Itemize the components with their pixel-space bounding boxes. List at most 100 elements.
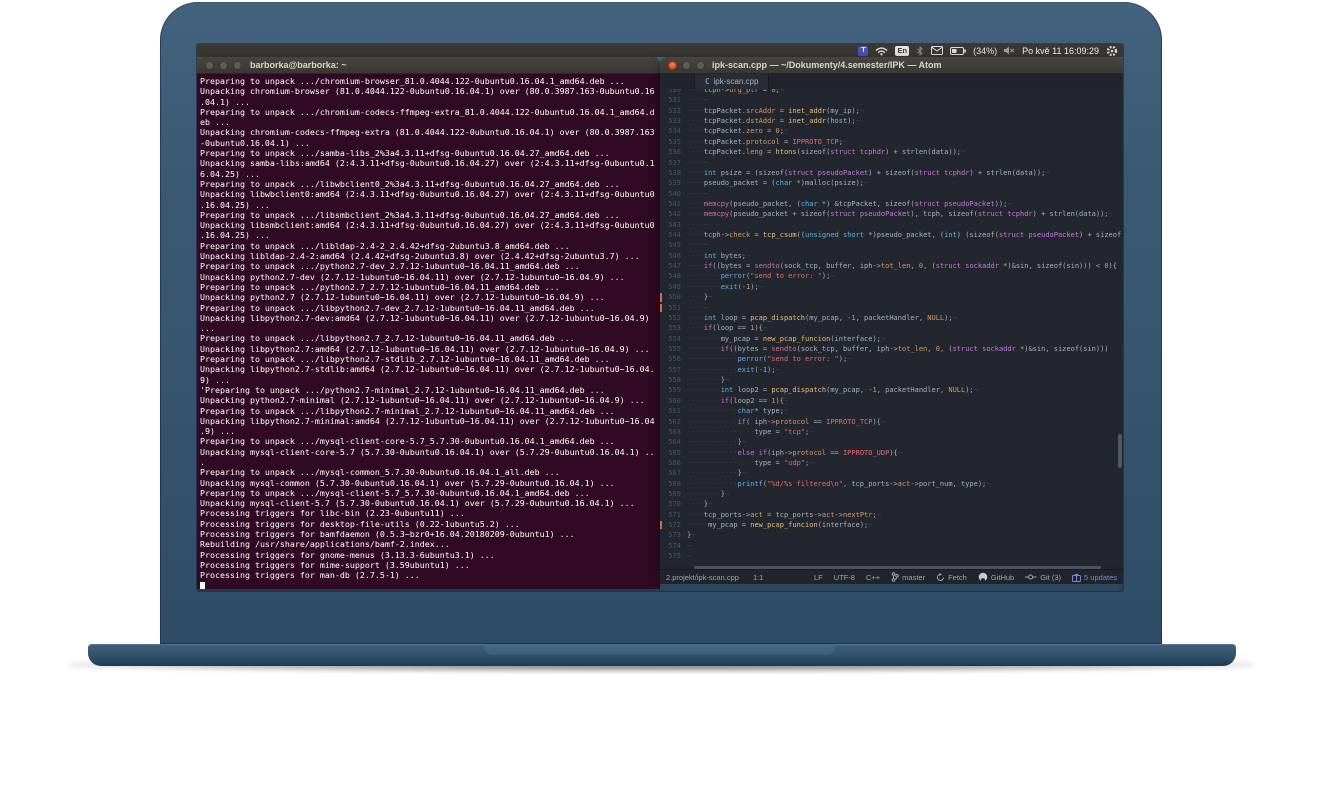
teams-tray-icon[interactable]: T [858,46,868,56]
code-line: 567············}¬ [660,468,1123,478]
volume-muted-icon[interactable] [1004,46,1015,55]
code-line: 569········}¬ [660,489,1123,499]
code-lines: 530····tcph->urg_ptr = 0;¬531····¬532···… [660,89,1123,562]
status-git-changes[interactable]: Git (3) [1025,573,1061,582]
code-line: 541····memcpy(pseudo_packet, (char *) &t… [660,199,1123,209]
atom-close-button[interactable] [668,61,677,70]
branch-name: master [902,573,925,582]
terminal-titlebar[interactable]: barborka@barborka: ~ [197,57,660,74]
code-line: 573}¬ [660,530,1123,540]
code-line: 564············}¬ [660,437,1123,447]
code-line: 556············perror("send to error: ")… [660,354,1123,364]
status-fetch[interactable]: Fetch [936,573,967,582]
code-line: 538····int psize = (sizeof(struct pseudo… [660,168,1123,178]
battery-icon[interactable] [950,47,966,55]
keyboard-layout-indicator[interactable]: En [895,46,909,56]
code-line: 533····tcpPacket.dstAddr = inet_addr(hos… [660,116,1123,126]
tab-ipk-scan[interactable]: C ipk-scan.cpp [694,74,769,89]
code-line: 575¬ [660,551,1123,561]
code-line: 552····int loop = pcap_dispatch(my_pcap,… [660,313,1123,323]
code-line: 554········my_pcap = new_pcap_funcion(in… [660,334,1123,344]
atom-title: ipk-scan.cpp — ~/Dokumenty/4.semester/IP… [712,60,941,70]
atom-maximize-button[interactable] [696,61,705,70]
code-line: 563················type = "tcp";¬ [660,427,1123,437]
atom-titlebar[interactable]: ipk-scan.cpp — ~/Dokumenty/4.semester/IP… [660,57,1123,74]
sync-icon [936,573,945,582]
atom-tab-bar: C ipk-scan.cpp [660,74,1123,89]
tab-label: ipk-scan.cpp [714,77,759,86]
fetch-label: Fetch [948,573,967,582]
atom-status-bar: 2.projekt/ipk-scan.cpp 1:1 LF UTF-8 C++ [660,569,1123,584]
code-line: 545····¬ [660,240,1123,250]
code-line: 562············if( iph->protocol == IPPR… [660,417,1123,427]
code-line: 550····}¬ [660,292,1123,302]
terminal-cursor [200,582,205,589]
horizontal-scrollbar[interactable] [694,566,1101,569]
code-line: 561············char* type;¬ [660,406,1123,416]
mail-icon[interactable] [931,46,943,55]
code-line: 544····tcph->check = tcp_csum((unsigned … [660,230,1123,240]
desktop-screen: T En [197,44,1123,591]
wifi-icon[interactable] [875,46,888,56]
terminal-title: barborka@barborka: ~ [250,60,347,70]
code-line: 540····¬ [660,189,1123,199]
laptop-mockup: T En [0,0,1324,790]
updates-label: 5 updates [1084,573,1117,582]
code-line: 534····tcpPacket.zero = 0;¬ [660,126,1123,136]
horizontal-scrollbar-track [660,566,1123,569]
code-line: 547····if((bytes = sendto(sock_tcp, buff… [660,261,1123,271]
code-editor[interactable]: 530····tcph->urg_ptr = 0;¬531····¬532···… [660,89,1123,566]
code-line: 553····if(loop == 1){¬ [660,323,1123,333]
code-line: 558········}¬ [660,375,1123,385]
status-grammar[interactable]: C++ [866,573,880,582]
status-line-ending[interactable]: LF [814,573,823,582]
session-gear-icon[interactable] [1106,45,1118,57]
code-line: 560········if(loop2 == 1){¬ [660,396,1123,406]
branch-icon [891,572,899,582]
github-label: GitHub [991,573,1014,582]
status-updates[interactable]: 5 updates [1072,573,1117,582]
terminal-window: barborka@barborka: ~ Preparing to unpack… [197,57,660,589]
code-line: 531····¬ [660,95,1123,105]
terminal-body[interactable]: Preparing to unpack .../chromium-browser… [197,74,660,589]
vertical-scrollbar[interactable] [1118,434,1122,468]
atom-minimize-button[interactable] [682,61,691,70]
code-line: 574¬ [660,541,1123,551]
clock[interactable]: Po kvě 11 16:09:29 [1022,46,1099,56]
laptop-base-notch [483,644,836,655]
code-line: 546····int bytes;¬ [660,251,1123,261]
package-updates-icon [1072,573,1081,582]
code-line: 565············else if(iph->protocol == … [660,448,1123,458]
code-line: 559········int loop2 = pcap_dispatch(my_… [660,385,1123,395]
code-line: 537····¬ [660,158,1123,168]
git-icon [1025,573,1037,581]
code-line: 536····tcpPacket.leng = htons(sizeof(str… [660,147,1123,157]
bluetooth-icon[interactable] [916,46,924,56]
code-line: 557············exit(-1);¬ [660,365,1123,375]
code-line: 532····tcpPacket.srcAddr = inet_addr(my_… [660,106,1123,116]
terminal-close-button[interactable] [205,61,214,70]
status-github[interactable]: GitHub [978,572,1014,582]
code-line: 571····tcp_ports->act = tcp_ports->act->… [660,510,1123,520]
git-changes-label: Git (3) [1040,573,1061,582]
github-icon [978,572,988,582]
status-file-path[interactable]: 2.projekt/ipk-scan.cpp [666,573,739,582]
battery-percentage: (34%) [973,46,997,56]
code-line: 535····tcpPacket.protocol = IPPROTO_TCP;… [660,137,1123,147]
code-line: 551····¬ [660,303,1123,313]
terminal-minimize-button[interactable] [219,61,228,70]
terminal-maximize-button[interactable] [233,61,242,70]
status-git-branch[interactable]: master [891,572,925,582]
code-line: 539····pseudo_packet = (char *)malloc(ps… [660,178,1123,188]
code-line: 548········perror("send to error: ");¬ [660,271,1123,281]
code-line: 566················type = "udp";¬ [660,458,1123,468]
code-line: 572·····my_pcap = new_pcap_funcion(inter… [660,520,1123,530]
code-line: 555········if((bytes = sendto(sock_tcp, … [660,344,1123,354]
code-line: 570····}¬ [660,499,1123,509]
status-encoding[interactable]: UTF-8 [834,573,855,582]
c-language-icon: C [705,77,710,86]
code-line: 542····memcpy(pseudo_packet + sizeof(str… [660,209,1123,219]
status-cursor-position[interactable]: 1:1 [753,573,763,582]
terminal-output: Preparing to unpack .../chromium-browser… [200,76,657,581]
code-line: 549········exit(-1);¬ [660,282,1123,292]
